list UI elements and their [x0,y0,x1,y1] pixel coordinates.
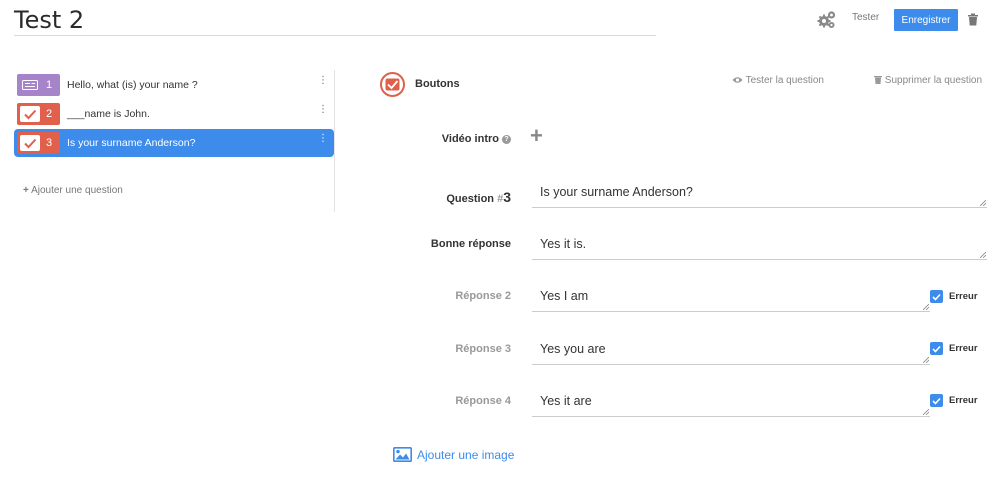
trash-icon[interactable] [967,13,979,26]
title-underline [14,35,656,36]
delete-question-link[interactable]: Supprimer la question [874,75,982,86]
plus-icon: + [23,185,29,196]
resize-handle-icon[interactable] [980,252,986,258]
question-number: 1 [46,79,53,91]
error-label: Erreur [949,343,978,354]
delete-question-label: Supprimer la question [884,75,983,86]
question-list-item[interactable]: 2 ___name is John. ⋮ [14,100,334,128]
question-text-field[interactable]: Is your surname Anderson? [532,181,987,208]
trash-icon [874,75,885,86]
question-title: Is your surname Anderson? [67,137,196,149]
error-label: Erreur [949,291,978,302]
question-type-badge: 1 [17,74,60,96]
error-label: Erreur [949,395,978,406]
good-answer-field[interactable]: Yes it is. [532,233,987,260]
resize-handle-icon[interactable] [923,409,929,415]
question-type-badge: 3 [17,132,60,154]
question-number: 2 [46,108,53,120]
check-icon [932,397,941,405]
good-answer-label: Bonne réponse [430,238,511,250]
check-icon [932,293,941,301]
add-video-plus-icon[interactable]: + [530,123,543,149]
question-number-label: Question #3 [446,189,511,205]
add-question-link[interactable]: + Ajouter une question [23,185,123,196]
buttons-type-icon [380,72,405,97]
buttons-check-icon [20,135,40,151]
add-question-label: Ajouter une question [31,185,123,196]
add-image-label: Ajouter une image [417,447,515,462]
error-checkbox[interactable] [930,394,943,407]
check-icon [932,345,941,353]
resize-handle-icon[interactable] [980,200,986,206]
response-field[interactable]: Yes it are [532,390,930,417]
eye-icon [732,75,746,86]
response-field[interactable]: Yes I am [532,285,930,312]
test-question-link[interactable]: Tester la question [732,75,824,86]
response-label: Réponse 4 [455,395,511,407]
question-type-badge: 2 [17,103,60,125]
question-number: 3 [46,137,53,149]
page-title: Test 2 [14,6,85,34]
question-list-item[interactable]: 1 Hello, what (is) your name ? ⋮ [14,71,334,99]
error-checkbox[interactable] [930,342,943,355]
question-list-item-active[interactable]: 3 Is your surname Anderson? ⋮ [14,129,334,157]
resize-handle-icon[interactable] [923,357,929,363]
test-question-label: Tester la question [745,75,824,86]
buttons-check-icon [20,106,40,122]
response-label: Réponse 3 [455,343,511,355]
add-image-link[interactable]: Ajouter une image [393,447,514,462]
question-type-label: Boutons [415,78,460,90]
video-intro-label: Vidéo intro? [311,133,511,145]
response-label: Réponse 2 [455,290,511,302]
tester-button[interactable]: Tester [852,12,879,23]
resize-handle-icon[interactable] [923,304,929,310]
response-field[interactable]: Yes you are [532,338,930,365]
save-button[interactable]: Enregistrer [894,9,958,31]
drag-handle-icon[interactable]: ⋮ [318,105,328,115]
question-title: ___name is John. [67,108,150,120]
help-icon[interactable]: ? [502,135,511,144]
drag-handle-icon[interactable]: ⋮ [318,76,328,86]
image-icon [393,447,412,462]
question-title: Hello, what (is) your name ? [67,79,198,91]
fill-blank-icon [20,77,40,93]
error-checkbox[interactable] [930,290,943,303]
settings-gears-icon[interactable] [816,10,838,30]
